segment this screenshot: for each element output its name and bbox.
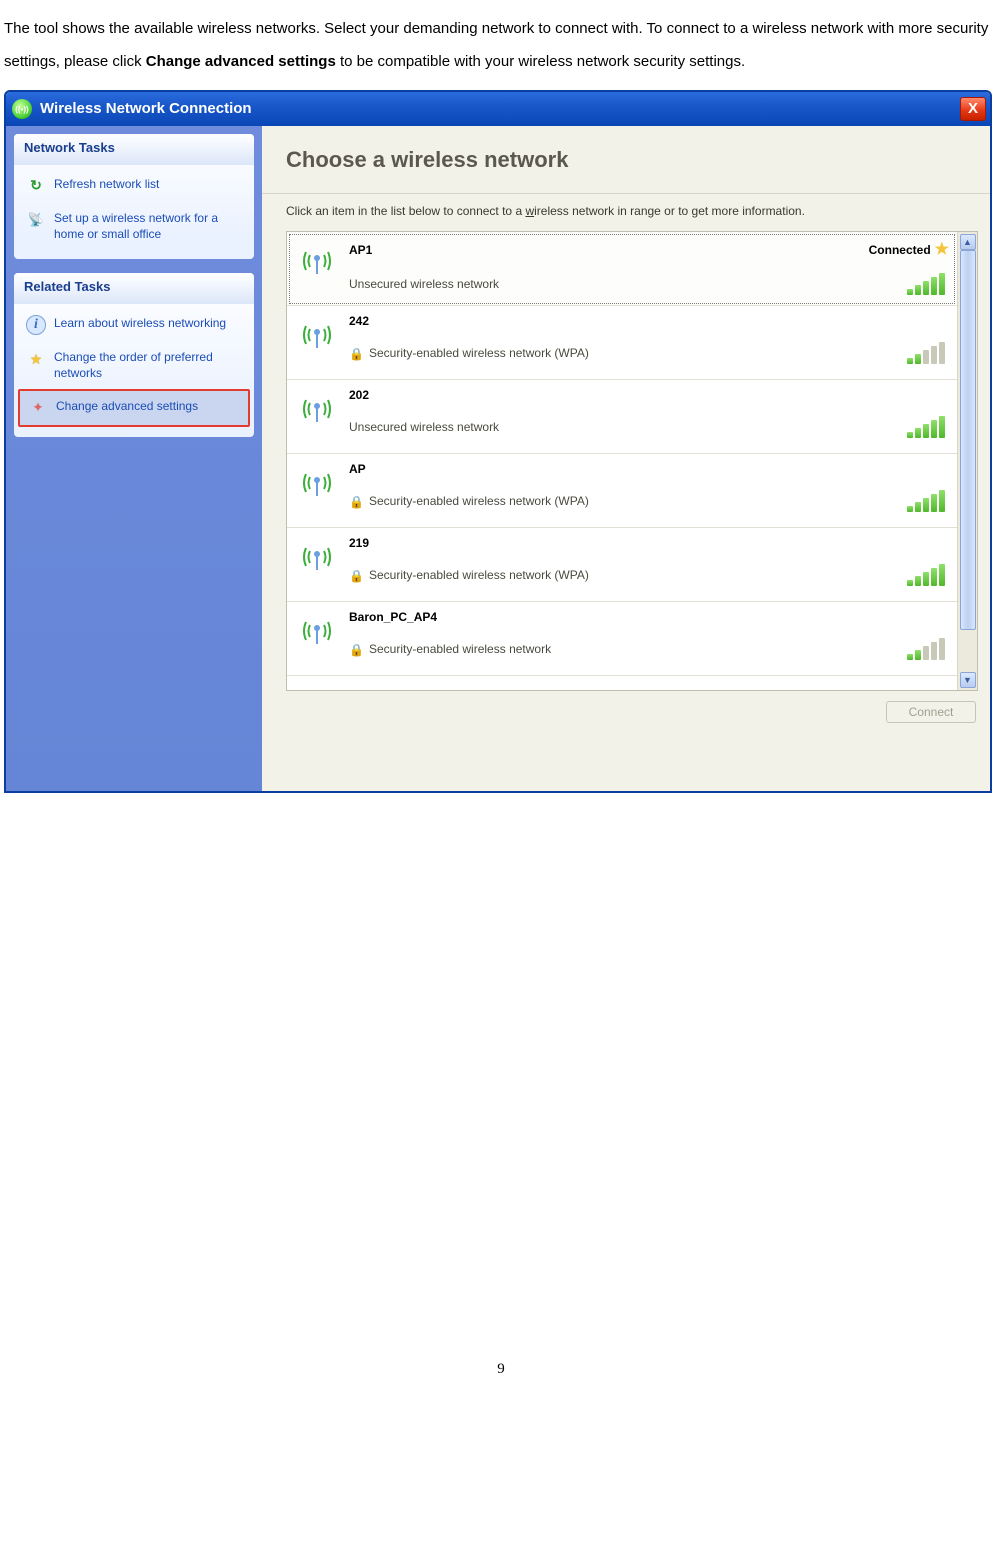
network-list[interactable]: AP1 Connected ★ Unsecured wireless network… (287, 232, 957, 690)
network-security: Security-enabled wireless network (WPA) (349, 494, 589, 510)
page-number: 9 (4, 1353, 998, 1386)
lock-icon (349, 643, 363, 657)
change-order-networks[interactable]: Change the order of preferred networks (18, 342, 250, 388)
window-body: Network Tasks Refresh network list Set u… (6, 126, 990, 791)
connected-status: Connected ★ (869, 240, 949, 261)
related-tasks-body: Learn about wireless networking Change t… (14, 304, 254, 436)
connect-button[interactable]: Connect (886, 701, 976, 723)
scroll-down-button[interactable]: ▼ (960, 672, 976, 688)
scrollbar[interactable]: ▲ ▼ (957, 232, 977, 690)
antenna-icon (295, 608, 339, 652)
scroll-up-button[interactable]: ▲ (960, 234, 976, 250)
favorite-star-icon: ★ (935, 240, 949, 261)
signal-strength (907, 640, 949, 660)
intro-text-2: to be compatible with your wireless netw… (336, 53, 745, 70)
network-item[interactable]: 202 Unsecured wireless network (287, 380, 957, 454)
network-item[interactable]: 219 Security-enabled wireless network (WP… (287, 528, 957, 602)
antenna-icon (295, 534, 339, 578)
setup-icon (26, 210, 46, 230)
star-icon (26, 349, 46, 369)
scroll-track[interactable] (960, 250, 976, 672)
scroll-thumb[interactable] (960, 250, 976, 630)
network-ssid: AP (349, 462, 366, 478)
sidebar: Network Tasks Refresh network list Set u… (6, 126, 262, 791)
window-title: Wireless Network Connection (40, 99, 252, 119)
network-ssid: 219 (349, 536, 369, 552)
network-item[interactable]: AP Security-enabled wireless network (WPA… (287, 454, 957, 528)
learn-wireless[interactable]: Learn about wireless networking (18, 308, 250, 342)
network-security: Unsecured wireless network (349, 420, 499, 436)
related-tasks-title: Related Tasks (14, 273, 254, 304)
network-list-container: AP1 Connected ★ Unsecured wireless network… (286, 231, 978, 691)
network-security: Unsecured wireless network (349, 277, 499, 293)
network-item[interactable]: 242 Security-enabled wireless network (WP… (287, 306, 957, 380)
intro-bold: Change advanced settings (146, 53, 336, 70)
change-advanced-settings[interactable]: Change advanced settings (18, 389, 250, 427)
network-ssid: Baron_PC_AP4 (349, 610, 437, 626)
antenna-icon (295, 238, 339, 282)
network-ssid: AP1 (349, 243, 372, 259)
advanced-icon (28, 398, 48, 418)
signal-strength (907, 566, 949, 586)
lock-icon (349, 495, 363, 509)
network-item[interactable]: AP1 Connected ★ Unsecured wireless network (287, 232, 957, 306)
setup-wireless-network[interactable]: Set up a wireless network for a home or … (18, 203, 250, 249)
lock-icon (349, 347, 363, 361)
learn-label: Learn about wireless networking (54, 315, 226, 331)
antenna-icon (295, 312, 339, 356)
signal-strength (907, 418, 949, 438)
refresh-label: Refresh network list (54, 176, 159, 192)
signal-strength (907, 492, 949, 512)
setup-label: Set up a wireless network for a home or … (54, 210, 242, 242)
network-security: Security-enabled wireless network (349, 642, 551, 658)
info-icon (26, 315, 46, 335)
network-ssid: 242 (349, 314, 369, 330)
related-tasks-panel: Related Tasks Learn about wireless netwo… (14, 273, 254, 436)
footer-bar: Connect (262, 691, 990, 733)
network-tasks-title: Network Tasks (14, 134, 254, 165)
title-bar[interactable]: Wireless Network Connection X (6, 92, 990, 126)
antenna-icon (295, 386, 339, 430)
main-pane: Choose a wireless network Click an item … (262, 126, 990, 791)
refresh-icon (26, 176, 46, 196)
antenna-icon (295, 460, 339, 504)
sub-post: ireless network in range or to get more … (534, 204, 805, 218)
signal-strength (907, 275, 949, 295)
network-item[interactable]: Baron_PC_AP4 Security-enabled wireless ne… (287, 602, 957, 676)
lock-icon (349, 569, 363, 583)
close-button[interactable]: X (960, 97, 986, 121)
network-security: Security-enabled wireless network (WPA) (349, 346, 589, 362)
network-ssid: 202 (349, 388, 369, 404)
wireless-icon (12, 99, 32, 119)
sub-underline: w (525, 204, 534, 218)
refresh-network-list[interactable]: Refresh network list (18, 169, 250, 203)
sub-pre: Click an item in the list below to conne… (286, 204, 525, 218)
main-heading: Choose a wireless network (262, 126, 990, 194)
network-security: Security-enabled wireless network (WPA) (349, 568, 589, 584)
instruction-paragraph: The tool shows the available wireless ne… (4, 12, 998, 78)
main-subtext: Click an item in the list below to conne… (262, 194, 990, 232)
network-tasks-body: Refresh network list Set up a wireless n… (14, 165, 254, 259)
advanced-label: Change advanced settings (56, 398, 198, 414)
signal-strength (907, 344, 949, 364)
wireless-connection-window: Wireless Network Connection X Network Ta… (4, 90, 992, 793)
order-label: Change the order of preferred networks (54, 349, 242, 381)
network-tasks-panel: Network Tasks Refresh network list Set u… (14, 134, 254, 259)
